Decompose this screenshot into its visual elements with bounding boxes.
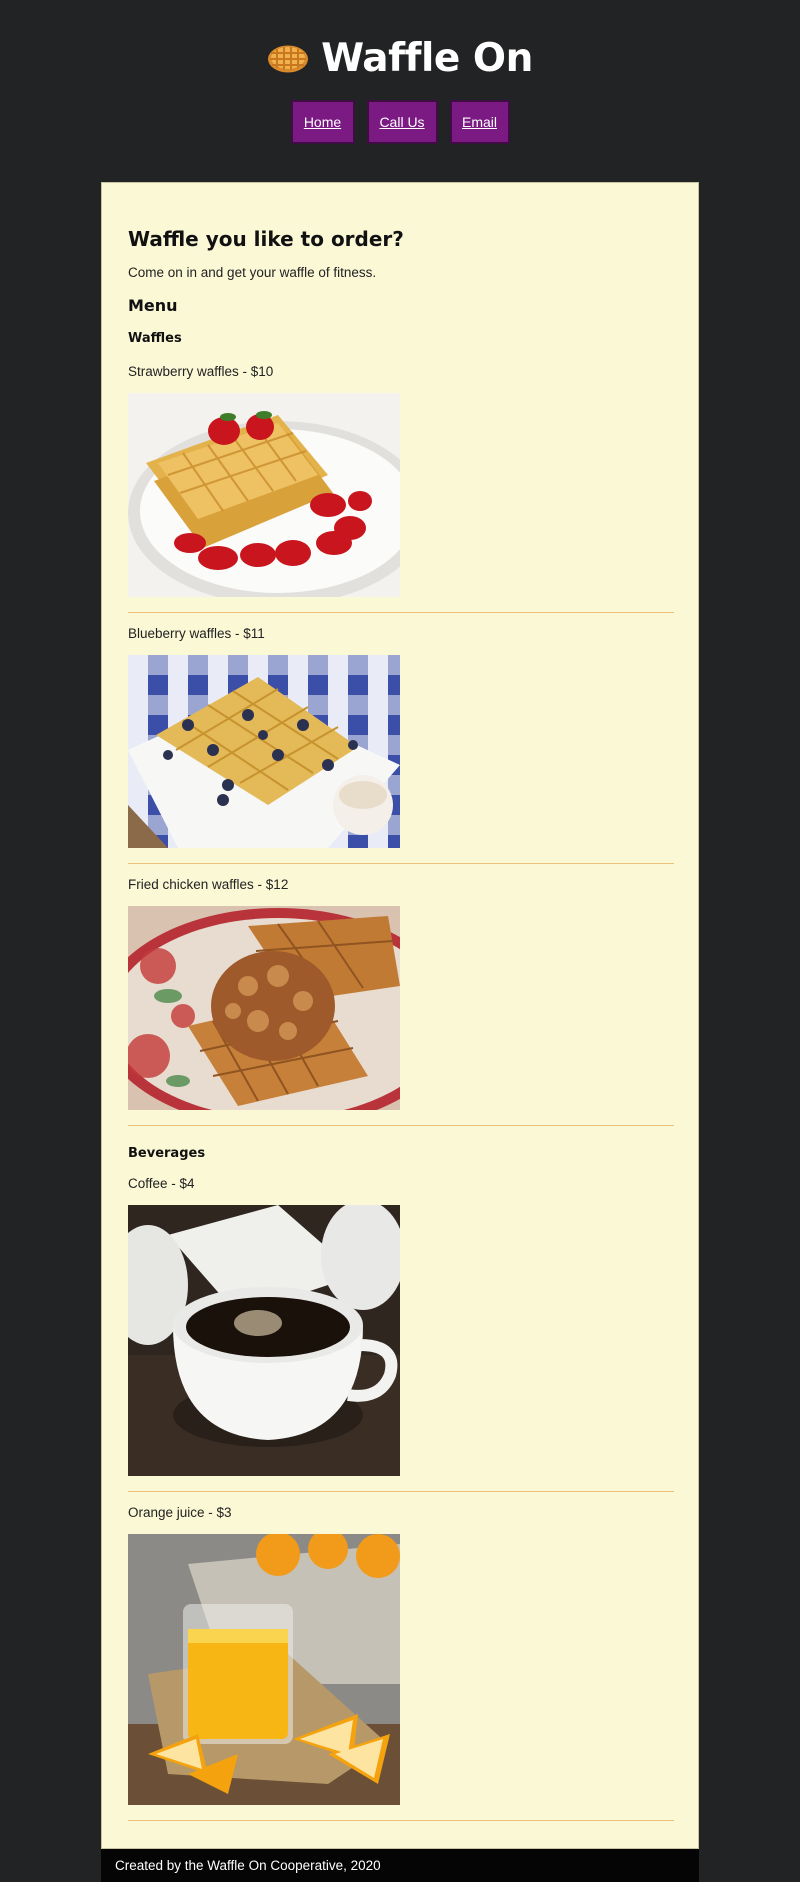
- brand: Waffle On: [0, 36, 800, 81]
- nav-home-link[interactable]: Home: [290, 100, 355, 144]
- menu-item-name: Fried chicken waffles - $12: [128, 877, 289, 892]
- coffee-photo: [128, 1205, 400, 1476]
- divider: [128, 1125, 674, 1126]
- menu-item-name: Coffee - $4: [128, 1176, 195, 1191]
- menu-heading: Menu: [128, 296, 178, 315]
- waffles-heading: Waffles: [128, 331, 182, 346]
- footer-text: Created by the Waffle On Cooperative, 20…: [115, 1858, 381, 1873]
- orange-juice-photo: [128, 1534, 400, 1805]
- beverages-heading: Beverages: [128, 1146, 206, 1161]
- page-title: Waffle you like to order?: [128, 227, 404, 251]
- strawberry-waffles-photo: [128, 393, 400, 597]
- menu-item-name: Blueberry waffles - $11: [128, 626, 265, 641]
- menu-panel: Waffle you like to order? Come on in and…: [101, 182, 699, 1849]
- main-nav: Home Call Us Email: [0, 100, 800, 144]
- blueberry-waffles-photo: [128, 655, 400, 848]
- fried-chicken-waffles-photo: [128, 906, 400, 1110]
- menu-item-name: Strawberry waffles - $10: [128, 364, 274, 379]
- divider: [128, 863, 674, 864]
- menu-item-name: Orange juice - $3: [128, 1505, 232, 1520]
- nav-email-link[interactable]: Email: [449, 100, 510, 144]
- divider: [128, 1820, 674, 1821]
- nav-call-us-link[interactable]: Call Us: [366, 100, 438, 144]
- site-header: Waffle On Home Call Us Email: [0, 0, 800, 182]
- site-footer: Created by the Waffle On Cooperative, 20…: [101, 1849, 699, 1882]
- intro-text: Come on in and get your waffle of fitnes…: [128, 265, 377, 280]
- waffle-icon: [267, 44, 309, 74]
- divider: [128, 612, 674, 613]
- site-title: Waffle On: [321, 36, 533, 81]
- divider: [128, 1491, 674, 1492]
